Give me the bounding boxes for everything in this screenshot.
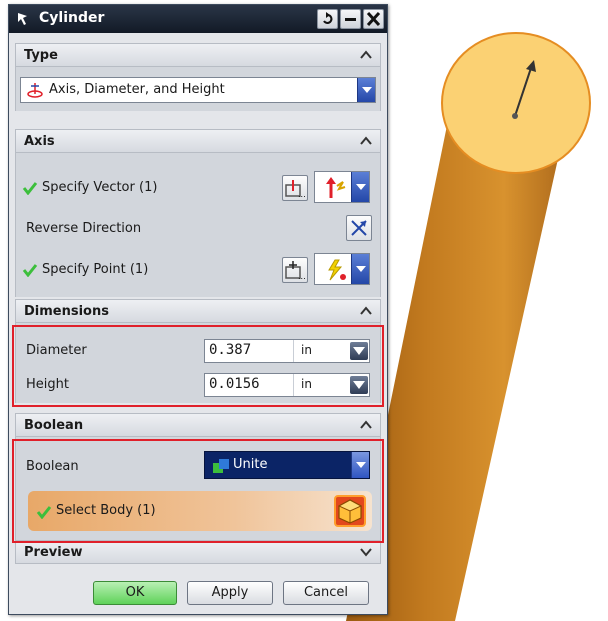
chevron-down-icon[interactable] <box>350 376 368 394</box>
diameter-field[interactable]: 0.387 in <box>204 339 370 363</box>
vector-dialog-icon: ... <box>285 180 306 199</box>
section-header-dimensions[interactable]: Dimensions <box>15 299 381 323</box>
section-title-axis: Axis <box>24 134 55 149</box>
section-title-dimensions: Dimensions <box>24 304 109 319</box>
cylinder-top-face[interactable] <box>441 32 591 174</box>
vector-type-dropdown[interactable] <box>314 171 370 203</box>
axis-origin-point <box>512 113 518 119</box>
diameter-unit: in <box>301 343 312 357</box>
height-value[interactable]: 0.0156 <box>209 376 260 392</box>
diameter-label: Diameter <box>26 343 87 358</box>
cylinder-command-icon <box>18 13 27 25</box>
diameter-value[interactable]: 0.387 <box>209 342 251 358</box>
chevron-up-icon[interactable] <box>358 302 374 320</box>
close-icon <box>366 11 381 27</box>
cancel-button[interactable]: Cancel <box>283 581 369 605</box>
cylinder-dialog: Cylinder Type Axis, Diameter, and Height… <box>8 4 388 615</box>
boolean-dropdown[interactable]: Unite <box>204 451 370 479</box>
section-body-type: Axis, Diameter, and Height <box>15 67 381 111</box>
point-type-dropdown[interactable] <box>314 253 370 285</box>
select-body-row[interactable]: Select Body (1) <box>28 491 372 531</box>
field-separator <box>293 374 294 396</box>
close-button[interactable] <box>363 9 384 29</box>
check-icon <box>36 506 52 519</box>
section-header-preview[interactable]: Preview <box>15 540 381 564</box>
title-bar[interactable]: Cylinder <box>9 5 387 33</box>
chevron-down-icon[interactable] <box>351 254 369 284</box>
vector-dialog-button[interactable]: ... <box>282 175 308 201</box>
solid-body-icon <box>337 499 363 524</box>
chevron-up-icon[interactable] <box>358 416 374 434</box>
reset-icon <box>323 12 333 24</box>
check-icon <box>22 264 38 277</box>
point-lightning-icon <box>328 259 346 281</box>
section-body-boolean: Boolean Unite Select Body (1) <box>15 437 381 541</box>
ok-button[interactable]: OK <box>93 581 177 605</box>
chevron-down-icon[interactable] <box>350 342 368 360</box>
chevron-down-icon[interactable] <box>351 452 369 478</box>
section-header-boolean[interactable]: Boolean <box>15 413 381 437</box>
reverse-direction-button[interactable] <box>346 215 372 241</box>
reset-button[interactable] <box>317 9 338 29</box>
chevron-up-icon[interactable] <box>358 46 374 64</box>
specify-point-label[interactable]: Specify Point (1) <box>42 262 148 277</box>
section-body-dimensions: Diameter 0.387 in Height 0.0156 in <box>15 323 381 403</box>
section-title-type: Type <box>24 48 58 63</box>
reverse-direction-label: Reverse Direction <box>26 221 142 236</box>
section-header-axis[interactable]: Axis <box>15 129 381 153</box>
specify-vector-label[interactable]: Specify Vector (1) <box>42 180 157 195</box>
vector-arrow-icon <box>326 177 346 198</box>
section-title-boolean: Boolean <box>24 418 84 433</box>
minimize-button[interactable] <box>340 9 361 29</box>
chevron-down-icon[interactable] <box>357 78 375 102</box>
check-icon <box>22 182 38 195</box>
point-dialog-icon: ... <box>285 261 306 281</box>
point-dialog-button[interactable]: ... <box>282 257 308 283</box>
minimize-icon <box>345 18 356 21</box>
height-field[interactable]: 0.0156 in <box>204 373 370 397</box>
boolean-value: Unite <box>233 457 268 472</box>
svg-text:...: ... <box>298 190 306 199</box>
graphics-scene: Cylinder Type Axis, Diameter, and Height… <box>0 0 608 621</box>
type-dropdown[interactable]: Axis, Diameter, and Height <box>20 77 376 103</box>
chevron-down-icon[interactable] <box>358 543 374 561</box>
height-label: Height <box>26 377 69 392</box>
section-body-axis: Specify Vector (1) ... Reverse Direction <box>15 153 381 297</box>
select-body-label: Select Body (1) <box>56 503 156 518</box>
type-value: Axis, Diameter, and Height <box>49 82 225 97</box>
section-title-preview: Preview <box>24 545 83 560</box>
apply-button[interactable]: Apply <box>187 581 273 605</box>
axis-diameter-height-icon <box>27 83 43 98</box>
boolean-label: Boolean <box>26 459 79 474</box>
height-unit: in <box>301 377 312 391</box>
section-header-type[interactable]: Type <box>15 43 381 67</box>
window-title: Cylinder <box>39 10 105 26</box>
svg-text:...: ... <box>298 272 306 281</box>
unite-icon <box>213 459 229 473</box>
chevron-up-icon[interactable] <box>358 132 374 150</box>
field-separator <box>293 340 294 362</box>
chevron-down-icon[interactable] <box>351 172 369 202</box>
reverse-direction-icon <box>351 220 367 236</box>
select-body-button[interactable] <box>334 495 366 527</box>
